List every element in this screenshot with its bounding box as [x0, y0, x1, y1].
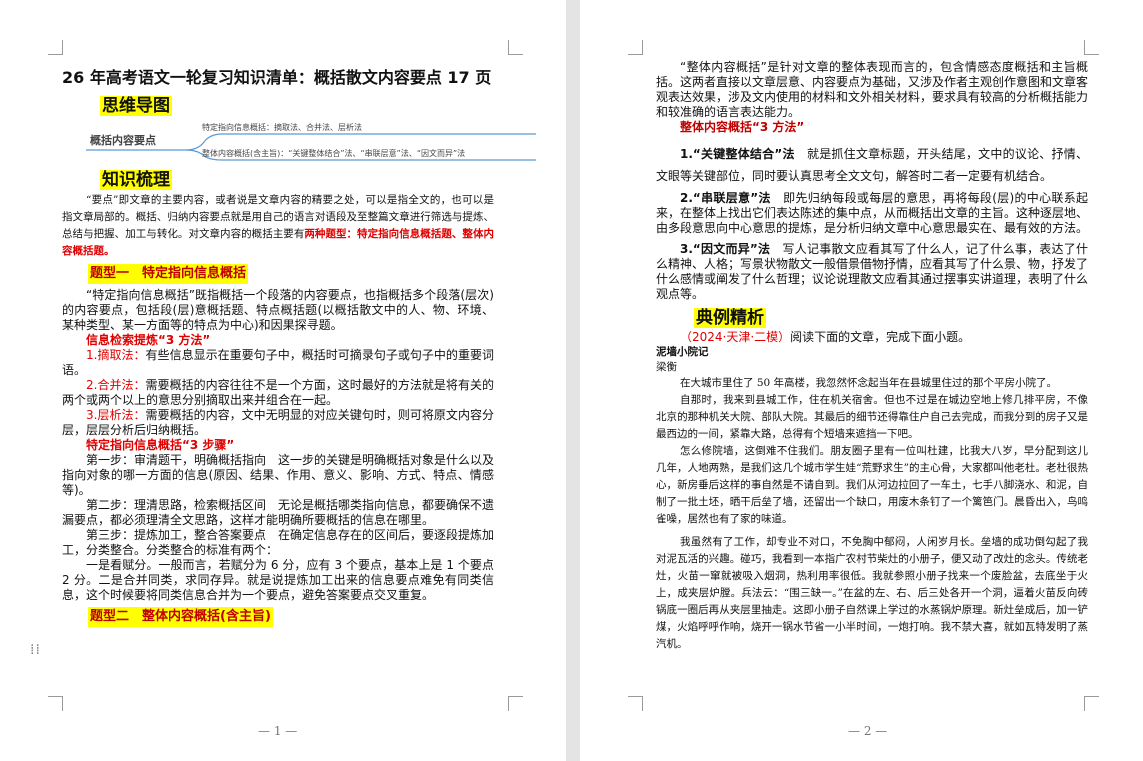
overall-method-3: 3.“因文而异”法 写人记事散文应看其写了什么人，记了什么事，表达了什么精神、人…: [656, 242, 1088, 302]
crop-mark: [48, 696, 63, 711]
story-title: 泥墙小院记: [656, 346, 709, 358]
methods-title: 信息检索提炼“3 方法”: [86, 333, 211, 347]
type1-paragraph: “特定指向信息概括”既指概括一个段落的内容要点，也指概括多个段落(层次)的内容要…: [62, 288, 494, 332]
crop-mark: [628, 40, 643, 55]
crop-mark: [508, 40, 523, 55]
drag-handle-icon[interactable]: ⁞⁞: [30, 643, 40, 662]
document-title: 26 年高考语文一轮复习知识清单：概括散文内容要点 17 页: [62, 68, 492, 87]
method-2: 2.合并法：需要概括的内容往往不是一个方面，这时最好的方法就是将有关的两个或两个…: [62, 378, 494, 408]
page-gutter: [566, 0, 580, 761]
method-2-label: 2.合并法：: [86, 378, 146, 392]
mind-map: 概括内容要点 特定指向信息概括：摘取法、合并法、层析法 整体内容概括(含主旨)：…: [86, 122, 536, 161]
method-3: 3.层析法：需要概括的内容，文中无明显的对应关键句时，则可将原文内容分层，层层分…: [62, 408, 494, 438]
document-page-1: 26 年高考语文一轮复习知识清单：概括散文内容要点 17 页 思维导图 概括内容…: [0, 0, 566, 761]
crop-mark: [628, 696, 643, 711]
mindmap-root: 概括内容要点: [90, 133, 156, 147]
story-author: 梁衡: [656, 361, 677, 373]
example-source: （2024·天津·二模）: [680, 330, 791, 344]
page-number-1: — 1 —: [258, 724, 298, 738]
page-number-2: — 2 —: [848, 724, 888, 738]
overall-method-1-label: 1.“关键整体结合”法: [680, 147, 795, 161]
story-paragraph-3: 怎么修院墙，这倒难不住我们。朋友圈子里有一位叫杜建，比我大八岁，早分配到这儿几年…: [656, 445, 1088, 525]
step-2: 第二步：理清思路，检索概括区间 无论是概括哪类指向信息，都要确保不遗漏要点，都必…: [62, 498, 495, 527]
mindmap-branch-2: 整体内容概括(含主旨)：“关键整体结合”法、“串联层意”法、“因文而异”法: [202, 148, 465, 158]
method-1-label: 1.摘取法：: [86, 348, 146, 362]
story-paragraph-1: 在大城市里住了 50 年高楼，我忽然怀念起当年在县城里住过的那个平房小院了。: [680, 377, 1058, 389]
type2-title: 题型二 整体内容概括(含主旨): [88, 607, 273, 627]
document-page-2: “整体内容概括”是针对文章的整体表现而言的，包含情感态度概括和主旨概括。这两者直…: [580, 0, 1143, 761]
overall-method-2: 2.“串联层意”法 即先归纳每段或每层的意思，再将每段(层)的中心联系起来，在整…: [656, 191, 1088, 236]
steps-title: 特定指向信息概括“3 步骤”: [86, 438, 235, 452]
mindmap-header: 思维导图: [100, 96, 172, 116]
type1-title: 题型一 特定指向信息概括: [88, 264, 249, 284]
mindmap-connector: [185, 133, 536, 151]
story-paragraph-2: 自那时，我来到县城工作，住在机关宿舍。但也不过是在城边空地上修几排平房，不像北京…: [656, 394, 1088, 440]
step-3-detail: 一是看赋分。一般而言，若赋分为 6 分，应有 3 个要点，基本上是 1 个要点 …: [62, 558, 494, 602]
mindmap-branch-1: 特定指向信息概括：摘取法、合并法、层析法: [202, 122, 362, 132]
intro-paragraph: “要点”即文章的主要内容，或者说是文章内容的精要之处，可以是指全文的，也可以是指…: [62, 192, 494, 260]
crop-mark: [1084, 40, 1099, 55]
crop-mark: [48, 40, 63, 55]
overall-methods-title: 整体内容概括“3 方法”: [680, 120, 805, 134]
method-3-label: 3.层析法：: [86, 408, 146, 422]
story-paragraph-4: 我虽然有了工作，却专业不对口，不免胸中郁闷，人闲岁月长。垒墙的成功倒勾起了我对泥…: [656, 536, 1088, 650]
overall-method-3-label: 3.“因文而异”法: [680, 242, 771, 256]
example-header: 典例精析: [694, 308, 766, 328]
example-instruction: （2024·天津·二模）阅读下面的文章，完成下面小题。: [656, 330, 1088, 345]
step-3: 第三步：提炼加工，整合答案要点 在确定信息存在的区间后，要逐段提炼加工，分类整合…: [62, 528, 495, 557]
overall-summary-paragraph: “整体内容概括”是针对文章的整体表现而言的，包含情感态度概括和主旨概括。这两者直…: [656, 60, 1089, 119]
overall-method-1: 1.“关键整体结合”法 就是抓住文章标题，开头结尾，文中的议论、抒情、文眼等关键…: [656, 143, 1088, 187]
step-1: 第一步：审清题干，明确概括指向 这一步的关键是明确概括对象是什么以及指向对象的哪…: [62, 453, 495, 497]
overall-method-2-label: 2.“串联层意”法: [680, 191, 771, 205]
crop-mark: [1084, 696, 1099, 711]
crop-mark: [508, 696, 523, 711]
method-1: 1.摘取法：有些信息显示在重要句子中，概括时可摘录句子或句子中的重要词语。: [62, 348, 494, 378]
example-instruction-text: 阅读下面的文章，完成下面小题。: [790, 330, 971, 344]
knowledge-header: 知识梳理: [100, 170, 172, 190]
